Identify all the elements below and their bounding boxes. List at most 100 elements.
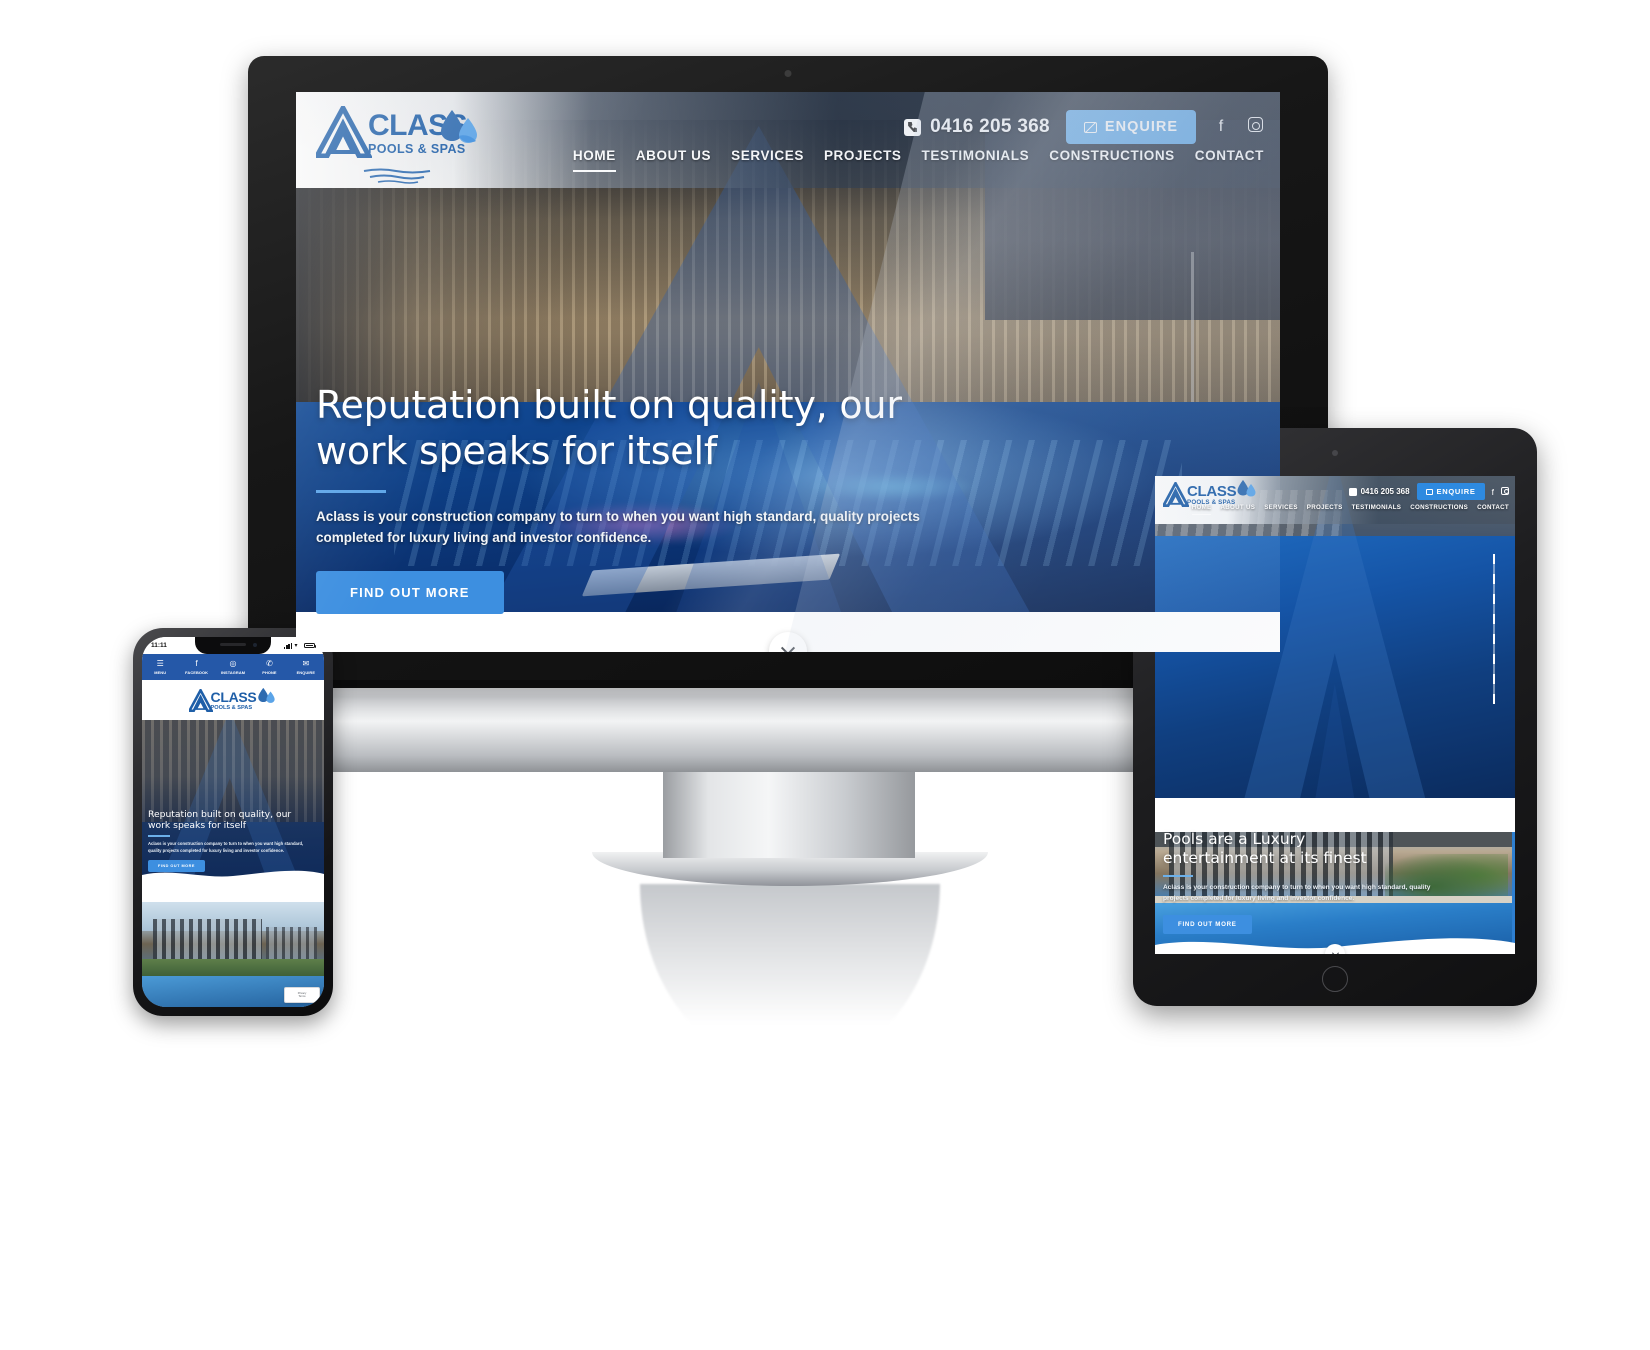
phone-nav-menu[interactable]: ☰ MENU bbox=[142, 654, 178, 680]
header-top-row: 0416 205 368 ENQUIRE f bbox=[904, 110, 1264, 144]
phone-logo-tagline: POOLS & SPAS bbox=[210, 704, 253, 711]
mockup-stage: CLASS POOLS & SPAS 0416 205 368 ENQUIRE … bbox=[0, 0, 1650, 1350]
phone-hero-headline-line2: work speaks for itself bbox=[148, 819, 247, 831]
tablet-nav-item-projects[interactable]: PROJECTS bbox=[1307, 504, 1343, 515]
tablet-hero-headline-line2: entertainment at its finest bbox=[1163, 849, 1367, 868]
nav-item-projects[interactable]: PROJECTS bbox=[824, 148, 902, 172]
chevron-down-icon bbox=[780, 641, 796, 652]
enquire-button[interactable]: ENQUIRE bbox=[1065, 110, 1196, 144]
tablet-enquire-label: ENQUIRE bbox=[1436, 487, 1476, 496]
desktop-hero-copy: Reputation built on quality, our work sp… bbox=[316, 383, 956, 614]
phone-status-indicators: ▾ bbox=[284, 642, 317, 649]
tablet-nav-item-constructions[interactable]: CONSTRUCTIONS bbox=[1410, 504, 1468, 515]
envelope-icon bbox=[1083, 121, 1097, 133]
nav-item-constructions[interactable]: CONSTRUCTIONS bbox=[1049, 148, 1175, 172]
nav-item-contact[interactable]: CONTACT bbox=[1195, 148, 1264, 172]
hero-headline-line1: Reputation built on quality, our bbox=[316, 382, 902, 427]
imac-camera-icon bbox=[784, 70, 792, 77]
enquire-label: ENQUIRE bbox=[1104, 119, 1178, 135]
phone-hero-background: Reputation built on quality, our work sp… bbox=[142, 720, 324, 880]
logo-waves-icon bbox=[358, 168, 436, 189]
instagram-icon-wrap[interactable] bbox=[1246, 117, 1264, 137]
recaptcha-badge[interactable]: Privacy Terms bbox=[284, 987, 320, 1003]
facebook-icon[interactable]: f bbox=[1212, 118, 1230, 136]
desktop-screen: CLASS POOLS & SPAS 0416 205 368 ENQUIRE … bbox=[296, 92, 1280, 652]
tablet-header-phone[interactable]: 0416 205 368 bbox=[1348, 487, 1410, 496]
hero-accent-rule bbox=[316, 490, 386, 494]
imac-reflection bbox=[640, 884, 940, 1064]
instagram-icon: ◎ bbox=[229, 658, 237, 668]
tablet-find-out-more-button[interactable]: FIND OUT MORE bbox=[1163, 915, 1252, 934]
phone-photo-building-2 bbox=[265, 927, 317, 961]
tablet-hero-paragraph: Aclass is your construction company to t… bbox=[1163, 884, 1431, 903]
phone-site-header: CLASS POOLS & SPAS bbox=[142, 680, 324, 720]
nav-item-about-us[interactable]: ABOUT US bbox=[636, 148, 711, 172]
facebook-icon[interactable]: f bbox=[1492, 487, 1494, 497]
desktop-logo[interactable]: CLASS POOLS & SPAS bbox=[316, 106, 477, 184]
phone-nav-facebook[interactable]: f FACEBOOK bbox=[178, 654, 214, 680]
phone-camera-icon bbox=[253, 643, 257, 647]
tablet-main-nav: HOME ABOUT US SERVICES PROJECTS TESTIMON… bbox=[1191, 504, 1509, 515]
wifi-icon: ▾ bbox=[294, 642, 298, 649]
phone-nav-facebook-label: FACEBOOK bbox=[185, 669, 209, 675]
logo-a-mark bbox=[316, 106, 372, 158]
hero-headline: Reputation built on quality, our work sp… bbox=[316, 383, 956, 474]
envelope-icon bbox=[1425, 488, 1433, 495]
phone-wave-divider bbox=[142, 870, 324, 880]
phone-hero-headline: Reputation built on quality, our work sp… bbox=[148, 809, 320, 831]
phone-nav-enquire-label: ENQUIRE bbox=[296, 669, 316, 675]
phone-water-droplet-icon bbox=[258, 687, 276, 703]
instagram-icon-wrap[interactable] bbox=[1501, 486, 1509, 497]
tablet-pool-lane-line bbox=[1493, 554, 1495, 704]
nav-item-services[interactable]: SERVICES bbox=[731, 148, 804, 172]
tablet-header-top-row: 0416 205 368 ENQUIRE f bbox=[1348, 483, 1509, 500]
tablet-logo-a-mark bbox=[1163, 482, 1189, 507]
desktop-site-header: CLASS POOLS & SPAS 0416 205 368 ENQUIRE … bbox=[296, 92, 1280, 188]
hero-paragraph: Aclass is your construction company to t… bbox=[316, 509, 920, 546]
tablet-home-button[interactable] bbox=[1322, 966, 1348, 992]
phone-icon: ✆ bbox=[266, 658, 273, 668]
tablet-phone-number-text: 0416 205 368 bbox=[1360, 487, 1410, 496]
tablet-below-fold-white bbox=[1155, 798, 1515, 832]
nav-item-home[interactable]: HOME bbox=[572, 148, 616, 172]
recaptcha-terms-label: Terms bbox=[298, 995, 306, 998]
phone-icon bbox=[904, 118, 922, 136]
phone-logo-name: CLASS bbox=[210, 689, 257, 706]
phone-hero-copy: Reputation built on quality, our work sp… bbox=[148, 809, 320, 872]
phone-below-fold-white bbox=[142, 880, 324, 902]
tablet-device: CLASS POOLS & SPAS 0416 205 368 ENQUIRE … bbox=[1133, 428, 1537, 1006]
tablet-nav-item-about-us[interactable]: ABOUT US bbox=[1220, 504, 1255, 515]
phone-nav-enquire[interactable]: ✉ ENQUIRE bbox=[288, 654, 324, 680]
header-phone[interactable]: 0416 205 368 bbox=[904, 116, 1050, 138]
tablet-nav-item-contact[interactable]: CONTACT bbox=[1477, 504, 1509, 515]
phone-nav-phone-label: PHONE bbox=[262, 669, 277, 675]
envelope-icon: ✉ bbox=[302, 658, 310, 668]
cellular-signal-icon bbox=[284, 642, 292, 649]
phone-hero-paragraph: Aclass is your construction company to t… bbox=[148, 840, 304, 853]
hamburger-menu-icon: ☰ bbox=[156, 658, 164, 668]
phone-status-time: 11:11 bbox=[151, 642, 167, 649]
phone-hero-accent-rule bbox=[148, 835, 170, 837]
phone-device: Reputation built on quality, our work sp… bbox=[133, 628, 333, 1016]
phone-nav-instagram[interactable]: ◎ INSTAGRAM bbox=[215, 654, 251, 680]
tablet-enquire-button[interactable]: ENQUIRE bbox=[1416, 483, 1485, 500]
chevron-down-icon bbox=[1331, 949, 1339, 954]
phone-nav-instagram-label: INSTAGRAM bbox=[220, 669, 246, 675]
tablet-nav-item-testimonials[interactable]: TESTIMONIALS bbox=[1352, 504, 1402, 515]
tablet-hero-headline-line1: Pools are a Luxury bbox=[1163, 830, 1306, 849]
phone-notch bbox=[195, 637, 271, 654]
tablet-site-header: CLASS POOLS & SPAS 0416 205 368 ENQUIRE … bbox=[1155, 476, 1515, 524]
desktop-main-nav: HOME ABOUT US SERVICES PROJECTS TESTIMON… bbox=[572, 148, 1264, 172]
nav-item-testimonials[interactable]: TESTIMONIALS bbox=[922, 148, 1030, 172]
tablet-hero-copy: Pools are a Luxury entertainment at its … bbox=[1163, 830, 1493, 934]
tablet-nav-item-services[interactable]: SERVICES bbox=[1264, 504, 1298, 515]
tablet-hero-headline: Pools are a Luxury entertainment at its … bbox=[1163, 830, 1493, 868]
hero-headline-line2: work speaks for itself bbox=[316, 428, 718, 473]
water-droplet-icon bbox=[434, 108, 482, 157]
tablet-logo-name: CLASS bbox=[1187, 483, 1237, 500]
phone-hero-headline-line1: Reputation built on quality, our bbox=[148, 808, 292, 820]
phone-number-text: 0416 205 368 bbox=[930, 116, 1050, 137]
phone-screen: Reputation built on quality, our work sp… bbox=[142, 637, 324, 1007]
tablet-nav-item-home[interactable]: HOME bbox=[1191, 504, 1212, 515]
phone-nav-phone[interactable]: ✆ PHONE bbox=[251, 654, 287, 680]
